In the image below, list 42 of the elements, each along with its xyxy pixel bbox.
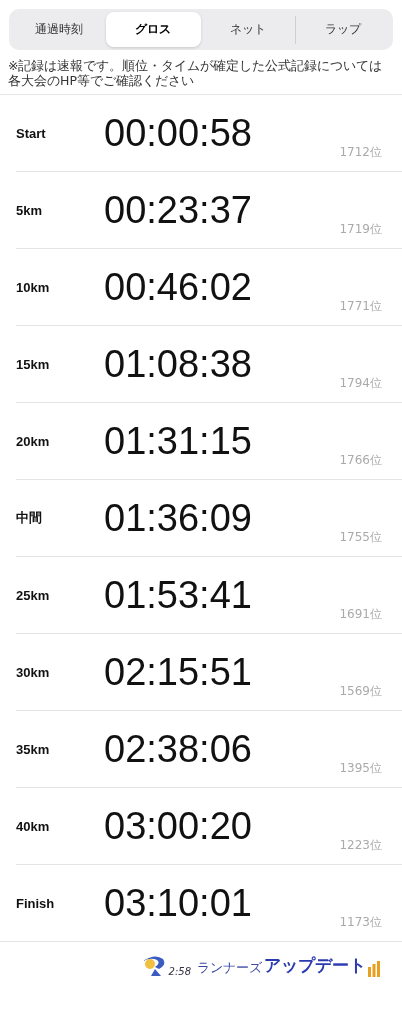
split-rank: 1766位 <box>338 452 382 469</box>
logo-time: 2:58 <box>168 966 191 977</box>
split-time: 02:15:51 <box>103 650 253 694</box>
split-rank: 1771位 <box>338 298 382 315</box>
split-point: 40km <box>16 818 51 834</box>
tab[interactable]: ラップ <box>294 15 390 44</box>
split-time: 02:38:06 <box>103 727 253 771</box>
split-point: 30km <box>16 664 51 680</box>
split-point: 20km <box>16 433 51 449</box>
logo-title: アップデート <box>264 954 366 977</box>
split-rank: 1173位 <box>338 914 382 931</box>
split-point: 5km <box>16 202 44 218</box>
disclaimer-note: ※記録は速報です。順位・タイムが確定した公式記録については各大会のHP等でご確認ください <box>0 50 402 95</box>
split-point: 中間 <box>16 509 43 527</box>
split-rank: 1719位 <box>338 221 382 238</box>
split-time: 03:00:20 <box>103 804 253 848</box>
split-rank: 1569位 <box>338 683 382 700</box>
logo-brand: ランナーズ <box>197 959 262 977</box>
split-rank: 1395位 <box>338 760 382 777</box>
split-point: Start <box>16 125 47 141</box>
split-point: 35km <box>16 741 51 757</box>
split-time: 00:46:02 <box>103 265 253 309</box>
split-rank: 1755位 <box>338 529 382 546</box>
split-time: 01:08:38 <box>103 342 253 386</box>
split-time: 03:10:01 <box>103 881 253 925</box>
split-time: 01:36:09 <box>103 496 253 540</box>
split-time: 01:31:15 <box>103 419 253 463</box>
tab[interactable]: ネット <box>200 12 295 47</box>
split-rank: 1794位 <box>338 375 382 392</box>
split-rank: 1223位 <box>338 837 382 854</box>
bar-chart-icon <box>368 961 380 977</box>
split-rank: 1712位 <box>338 144 382 161</box>
tab[interactable]: グロス <box>106 12 201 47</box>
split-time: 00:00:58 <box>103 111 253 155</box>
split-rank: 1691位 <box>338 606 382 623</box>
split-point: Finish <box>16 895 56 911</box>
tab[interactable]: 通過時刻 <box>12 12 107 47</box>
split-point: 25km <box>16 587 51 603</box>
split-time: 00:23:37 <box>103 188 253 232</box>
split-time: 01:53:41 <box>103 573 253 617</box>
split-point: 15km <box>16 356 51 372</box>
split-point: 10km <box>16 279 51 295</box>
